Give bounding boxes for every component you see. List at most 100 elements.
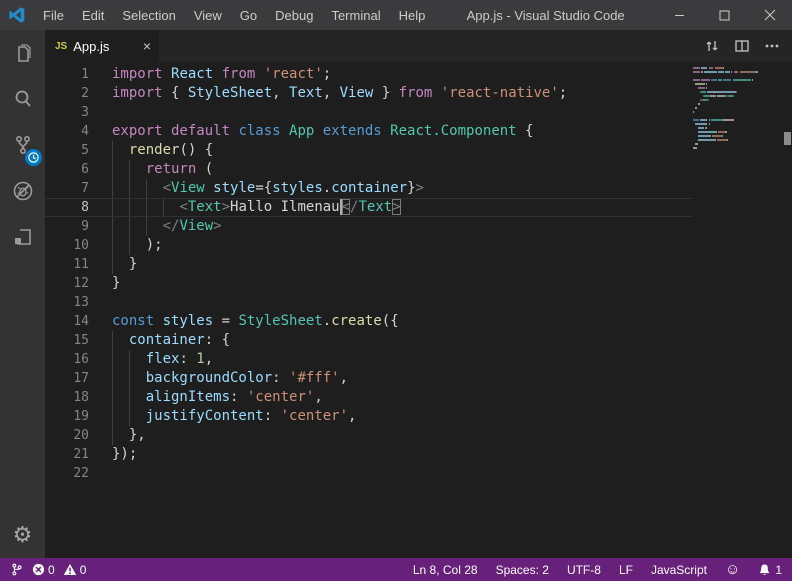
cursor-position[interactable]: Ln 8, Col 28 [413,563,478,577]
code-text: export default class App extends React.C… [89,122,782,141]
code-line-18[interactable]: 18 alignItems: 'center', [45,388,782,407]
code-line-2[interactable]: 2import { StyleSheet, Text, View } from … [45,84,782,103]
maximize-button[interactable] [702,0,747,30]
code-text: } [89,274,782,293]
code-line-7[interactable]: 7 <View style={styles.container}> [45,179,782,198]
line-number[interactable]: 1 [45,65,89,84]
line-number[interactable]: 10 [45,236,89,255]
code-text: }); [89,445,782,464]
menu-file[interactable]: File [34,0,73,30]
menu-edit[interactable]: Edit [73,0,113,30]
settings-button[interactable]: ⚙ [0,512,45,558]
feedback-smiley-icon[interactable]: ☺ [725,562,740,577]
line-number[interactable]: 18 [45,388,89,407]
line-number[interactable]: 8 [45,198,89,217]
line-number[interactable]: 15 [45,331,89,350]
code-line-21[interactable]: 21}); [45,445,782,464]
line-number[interactable]: 5 [45,141,89,160]
indent-guide [112,236,113,255]
minimap-line [693,131,783,133]
line-number[interactable]: 21 [45,445,89,464]
vscode-logo-icon [0,6,34,24]
activity-item-search[interactable] [0,76,45,122]
tab-appjs[interactable]: JS App.js × [45,30,160,62]
menu-debug[interactable]: Debug [266,0,322,30]
line-number[interactable]: 7 [45,179,89,198]
titlebar: FileEditSelectionViewGoDebugTerminalHelp… [0,0,792,30]
code-text: const styles = StyleSheet.create({ [89,312,782,331]
line-number[interactable]: 19 [45,407,89,426]
minimap-line [693,91,783,93]
split-editor-icon[interactable] [734,38,750,54]
code-text: container: { [89,331,782,350]
minimap[interactable] [693,65,783,558]
line-number[interactable]: 13 [45,293,89,312]
language-mode[interactable]: JavaScript [651,563,707,577]
code-line-4[interactable]: 4export default class App extends React.… [45,122,782,141]
code-text: alignItems: 'center', [89,388,782,407]
line-number[interactable]: 20 [45,426,89,445]
line-number[interactable]: 3 [45,103,89,122]
code-line-5[interactable]: 5 render() { [45,141,782,160]
menu-go[interactable]: Go [231,0,266,30]
line-number[interactable]: 14 [45,312,89,331]
minimize-button[interactable] [657,0,702,30]
problems-errors[interactable]: 0 [32,563,55,577]
open-changes-icon[interactable] [704,38,720,54]
tab-close-icon[interactable]: × [143,39,151,53]
activity-item-debug[interactable] [0,168,45,214]
menu-help[interactable]: Help [390,0,435,30]
menu-terminal[interactable]: Terminal [322,0,389,30]
code-line-17[interactable]: 17 backgroundColor: '#fff', [45,369,782,388]
problems-warnings[interactable]: 0 [63,563,87,577]
code-line-11[interactable]: 11 } [45,255,782,274]
error-count: 0 [48,563,55,577]
code-line-19[interactable]: 19 justifyContent: 'center', [45,407,782,426]
code-line-9[interactable]: 9 </View> [45,217,782,236]
code-text: ); [89,236,782,255]
overview-ruler[interactable] [783,62,792,558]
code-line-22[interactable]: 22 [45,464,782,483]
git-branch-icon[interactable] [10,562,24,577]
more-actions-icon[interactable] [764,38,780,54]
code-line-6[interactable]: 6 return ( [45,160,782,179]
line-number[interactable]: 2 [45,84,89,103]
code-line-8[interactable]: 8 <Text>Hallo Ilmenau</Text> [45,198,782,217]
activity-bar: ⚙ [0,30,45,558]
line-number[interactable]: 16 [45,350,89,369]
activity-item-extensions[interactable] [0,214,45,260]
encoding-setting[interactable]: UTF-8 [567,563,601,577]
indentation-setting[interactable]: Spaces: 2 [496,563,549,577]
minimap-line [693,139,783,141]
code-area[interactable]: 1import React from 'react';2import { Sty… [45,65,782,483]
line-number[interactable]: 22 [45,464,89,483]
code-text: flex: 1, [89,350,782,369]
line-number[interactable]: 6 [45,160,89,179]
code-line-20[interactable]: 20 }, [45,426,782,445]
line-number[interactable]: 17 [45,369,89,388]
notifications[interactable]: 1 [758,563,782,577]
code-editor[interactable]: 1import React from 'react';2import { Sty… [45,62,792,558]
code-line-3[interactable]: 3 [45,103,782,122]
javascript-file-icon: JS [55,41,67,52]
code-line-15[interactable]: 15 container: { [45,331,782,350]
code-line-10[interactable]: 10 ); [45,236,782,255]
indent-guide [129,350,130,369]
line-number[interactable]: 4 [45,122,89,141]
menu-selection[interactable]: Selection [113,0,184,30]
eol-setting[interactable]: LF [619,563,633,577]
line-number[interactable]: 11 [45,255,89,274]
code-line-14[interactable]: 14const styles = StyleSheet.create({ [45,312,782,331]
code-line-12[interactable]: 12} [45,274,782,293]
minimap-line [693,115,783,117]
code-line-16[interactable]: 16 flex: 1, [45,350,782,369]
code-text: import { StyleSheet, Text, View } from '… [89,84,782,103]
activity-item-source-control[interactable] [0,122,45,168]
menu-view[interactable]: View [185,0,231,30]
line-number[interactable]: 9 [45,217,89,236]
close-button[interactable] [747,0,792,30]
line-number[interactable]: 12 [45,274,89,293]
code-line-1[interactable]: 1import React from 'react'; [45,65,782,84]
code-line-13[interactable]: 13 [45,293,782,312]
activity-item-explorer[interactable] [0,30,45,76]
